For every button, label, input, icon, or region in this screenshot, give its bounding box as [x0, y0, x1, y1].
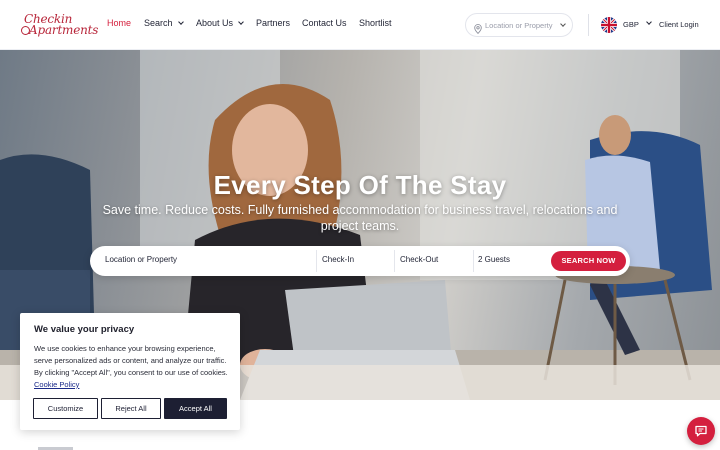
header-divider: [588, 14, 589, 36]
search-bar: Location or Property Check-In Check-Out …: [90, 246, 630, 276]
chevron-down-icon: [238, 19, 244, 25]
cookie-body: We use cookies to enhance your browsing …: [34, 343, 232, 391]
search-now-button[interactable]: SEARCH NOW: [551, 251, 626, 271]
nav-search[interactable]: Search: [144, 18, 184, 28]
reject-all-button[interactable]: Reject All: [101, 398, 161, 419]
logo-line-2: Apartments: [29, 23, 99, 37]
uk-flag-icon[interactable]: [601, 17, 617, 33]
cookie-body-text: We use cookies to enhance your browsing …: [34, 344, 228, 377]
guests-select[interactable]: 2 Guests: [478, 255, 510, 264]
nav-about-us[interactable]: About Us: [196, 18, 244, 28]
chevron-down-icon: [560, 21, 566, 27]
nav-partners[interactable]: Partners: [256, 18, 290, 28]
location-select-placeholder: Location or Property: [485, 21, 553, 30]
cookie-title: We value your privacy: [34, 324, 135, 335]
location-property-select[interactable]: Location or Property: [465, 13, 573, 37]
search-divider: [394, 250, 395, 272]
location-property-input[interactable]: Location or Property: [105, 255, 177, 264]
site-header: Checkin Apartments Home Search About Us …: [0, 0, 720, 50]
search-divider: [473, 250, 474, 272]
chevron-down-icon: [177, 19, 184, 25]
check-in-field[interactable]: Check-In: [322, 255, 354, 264]
chevron-down-icon: [646, 19, 652, 25]
nav-contact-us[interactable]: Contact Us: [302, 18, 347, 28]
accept-all-button[interactable]: Accept All: [164, 398, 227, 419]
cookie-policy-link[interactable]: Cookie Policy: [34, 380, 79, 389]
map-pin-icon: [474, 21, 482, 39]
search-divider: [316, 250, 317, 272]
client-login-link[interactable]: Client Login: [659, 20, 699, 29]
check-out-field[interactable]: Check-Out: [400, 255, 438, 264]
nav-home[interactable]: Home: [107, 18, 131, 28]
nav-search-label: Search: [144, 18, 173, 28]
customize-button[interactable]: Customize: [33, 398, 98, 419]
cookie-consent-banner: We value your privacy We use cookies to …: [20, 313, 240, 430]
chat-icon: [695, 425, 707, 437]
chat-button[interactable]: [687, 417, 715, 445]
hero-subtitle: Save time. Reduce costs. Fully furnished…: [102, 203, 618, 233]
nav-about-label: About Us: [196, 18, 234, 28]
hero-title: Every Step Of The Stay: [213, 170, 507, 200]
currency-select[interactable]: GBP: [623, 20, 639, 29]
nav-shortlist[interactable]: Shortlist: [359, 18, 392, 28]
checkin-apartments-logo[interactable]: Checkin Apartments: [21, 12, 98, 37]
